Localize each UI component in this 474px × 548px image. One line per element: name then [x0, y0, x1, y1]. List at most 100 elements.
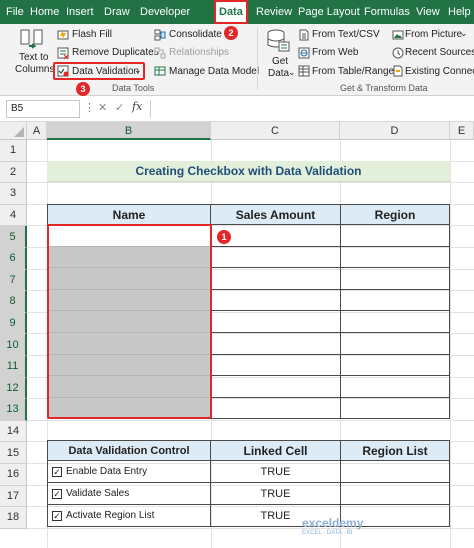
menu-draw[interactable]: Draw: [104, 0, 130, 24]
sheet-title[interactable]: Creating Checkbox with Data Validation: [47, 161, 450, 182]
picture-icon: [392, 29, 404, 44]
sales-amount-cell[interactable]: [210, 288, 341, 312]
sales-amount-cell[interactable]: [210, 396, 341, 420]
row-header[interactable]: 10: [0, 334, 27, 356]
linked-cell-value[interactable]: TRUE: [210, 482, 341, 505]
consolidate-button[interactable]: Consolidate: [169, 29, 222, 40]
region-cell[interactable]: [340, 224, 450, 247]
row-header[interactable]: 12: [0, 377, 27, 400]
region-cell[interactable]: [340, 245, 450, 269]
manage-data-model-button[interactable]: Manage Data Model: [169, 66, 259, 77]
gridline: [27, 419, 474, 421]
get-data-line2[interactable]: Data: [268, 68, 289, 79]
sales-amount-cell[interactable]: [210, 375, 341, 398]
header-sales-amount[interactable]: Sales Amount: [210, 204, 341, 225]
flash-fill-button[interactable]: Flash Fill: [72, 29, 112, 40]
formula-bar: B5 ⋮ ✕ ✓ fx: [0, 96, 474, 122]
menu-developer[interactable]: Developer: [140, 0, 190, 24]
checkbox-icon[interactable]: ✓: [52, 510, 62, 521]
header-region[interactable]: Region: [340, 204, 450, 225]
row-header[interactable]: 2: [0, 161, 27, 184]
gridline: [27, 182, 474, 184]
column-header-e[interactable]: E: [450, 122, 474, 140]
sales-amount-cell[interactable]: [210, 332, 341, 355]
sales-amount-cell[interactable]: [210, 267, 341, 290]
existing-connections-button[interactable]: Existing Connecti: [405, 66, 474, 77]
text-to-columns-line1[interactable]: Text to: [19, 52, 48, 63]
menu-home[interactable]: Home: [30, 0, 59, 24]
menu-formulas[interactable]: Formulas: [364, 0, 410, 24]
sales-amount-cell[interactable]: [210, 245, 341, 269]
from-web-button[interactable]: From Web: [312, 47, 359, 58]
get-data-line1[interactable]: Get: [272, 56, 288, 67]
header-region-list[interactable]: Region List: [340, 440, 450, 461]
row-header[interactable]: 1: [0, 140, 27, 162]
row-header[interactable]: 14: [0, 420, 27, 443]
select-all-corner[interactable]: [0, 122, 27, 140]
menu-review[interactable]: Review: [256, 0, 292, 24]
row-header[interactable]: 11: [0, 356, 27, 378]
row-header[interactable]: 17: [0, 485, 27, 508]
menu-help[interactable]: Help: [448, 0, 471, 24]
row-header[interactable]: 13: [0, 399, 27, 421]
column-header-a[interactable]: A: [27, 122, 47, 140]
region-list-cell[interactable]: [340, 482, 450, 505]
from-picture-chevron-down-icon[interactable]: ⌄: [460, 28, 468, 39]
linked-cell-value[interactable]: TRUE: [210, 460, 341, 483]
relationships-button[interactable]: Relationships: [169, 47, 229, 58]
region-cell[interactable]: [340, 353, 450, 377]
from-text-csv-button[interactable]: From Text/CSV: [312, 29, 380, 40]
checkbox-row-activate-region-list[interactable]: ✓ Activate Region List: [47, 504, 211, 527]
header-data-validation-control[interactable]: Data Validation Control: [47, 440, 211, 461]
name-box[interactable]: B5: [6, 100, 80, 118]
checkbox-icon[interactable]: ✓: [52, 488, 62, 499]
table-icon: [298, 65, 310, 80]
header-name[interactable]: Name: [47, 204, 211, 225]
checkbox-icon[interactable]: ✓: [52, 466, 62, 477]
column-header-d[interactable]: D: [340, 122, 450, 140]
row-header[interactable]: 16: [0, 464, 27, 486]
region-cell[interactable]: [340, 288, 450, 312]
row-header[interactable]: 9: [0, 312, 27, 335]
row-header[interactable]: 3: [0, 183, 27, 205]
row-header[interactable]: 7: [0, 269, 27, 292]
menu-view[interactable]: View: [416, 0, 440, 24]
checkbox-row-validate-sales[interactable]: ✓ Validate Sales: [47, 482, 211, 505]
row-header[interactable]: 6: [0, 248, 27, 270]
header-linked-cell[interactable]: Linked Cell: [210, 440, 341, 461]
get-data-chevron-down-icon[interactable]: ⌄: [288, 67, 296, 78]
checkbox-row-enable-data-entry[interactable]: ✓ Enable Data Entry: [47, 460, 211, 483]
column-header-b[interactable]: B: [47, 122, 211, 140]
from-table-range-button[interactable]: From Table/Range: [312, 66, 394, 77]
checkbox-label: Enable Data Entry: [66, 466, 148, 477]
from-picture-button[interactable]: From Picture: [405, 29, 462, 40]
data-validation-button[interactable]: Data Validation: [72, 66, 139, 77]
row-header[interactable]: 4: [0, 204, 27, 227]
text-to-columns-line2[interactable]: Columns: [15, 64, 54, 75]
fx-icon[interactable]: fx: [132, 100, 142, 113]
formula-input[interactable]: [150, 100, 470, 118]
row-header[interactable]: 15: [0, 442, 27, 464]
row-header[interactable]: 8: [0, 291, 27, 313]
region-cell[interactable]: [340, 267, 450, 290]
region-cell[interactable]: [340, 375, 450, 398]
recent-sources-button[interactable]: Recent Sources: [405, 47, 474, 58]
row-header[interactable]: 5: [0, 226, 27, 248]
menu-file[interactable]: File: [6, 0, 24, 24]
column-header-c[interactable]: C: [211, 122, 340, 140]
cancel-icon[interactable]: ✕: [98, 101, 107, 114]
sales-amount-cell[interactable]: [210, 310, 341, 333]
menu-insert[interactable]: Insert: [66, 0, 94, 24]
region-cell[interactable]: [340, 396, 450, 420]
menu-data[interactable]: Data: [214, 0, 248, 24]
region-cell[interactable]: [340, 310, 450, 333]
chevron-down-icon[interactable]: ⌄: [134, 65, 142, 76]
database-icon: [265, 28, 291, 54]
region-list-cell[interactable]: [340, 460, 450, 483]
region-cell[interactable]: [340, 332, 450, 355]
remove-duplicates-button[interactable]: Remove Duplicates: [72, 47, 159, 58]
confirm-icon[interactable]: ✓: [115, 101, 124, 114]
menu-page-layout[interactable]: Page Layout: [298, 0, 360, 24]
sales-amount-cell[interactable]: [210, 353, 341, 377]
row-header[interactable]: 18: [0, 507, 27, 529]
